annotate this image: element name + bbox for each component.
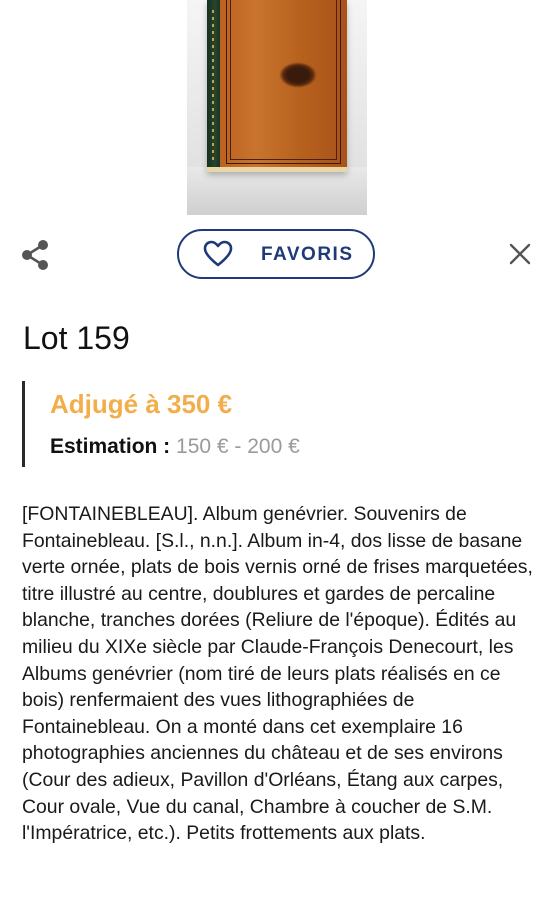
lot-description: [FONTAINEBLEAU]. Album genévrier. Souven… <box>22 503 533 845</box>
estimation-label: Estimation : <box>50 435 171 458</box>
close-button[interactable] <box>508 242 532 266</box>
hammer-price: Adjugé à 350 € <box>50 389 233 419</box>
heart-icon <box>203 240 233 267</box>
book-edge <box>207 167 347 172</box>
lot-title: Lot 159 <box>23 320 130 356</box>
close-icon <box>509 243 531 265</box>
share-button[interactable] <box>20 238 50 272</box>
image-background <box>187 167 367 215</box>
result-box: Adjugé à 350 € Estimation : 150 € - 200 … <box>22 381 505 467</box>
favorites-button[interactable]: FAVORIS <box>177 229 375 279</box>
estimation-value: 150 € - 200 € <box>176 435 300 458</box>
estimation: Estimation : 150 € - 200 € <box>50 435 300 459</box>
share-icon <box>22 240 48 270</box>
book-spine <box>207 0 220 172</box>
book-ornament <box>279 62 317 88</box>
book-cover <box>207 0 347 172</box>
favorites-label: FAVORIS <box>261 244 354 265</box>
lot-image[interactable] <box>187 0 367 215</box>
